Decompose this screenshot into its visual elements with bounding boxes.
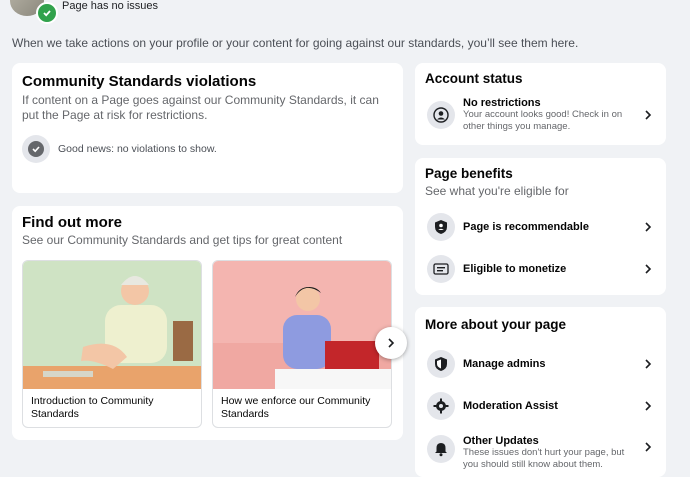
check-icon	[36, 2, 58, 24]
violations-status: Good news: no violations to show.	[22, 135, 217, 163]
bell-icon	[427, 435, 455, 463]
intro-text: When we take actions on your profile or …	[12, 36, 579, 50]
page-benefits-title: Page benefits	[425, 166, 513, 181]
more-label: Manage admins	[463, 358, 546, 370]
more-desc: These issues don't hurt your page, but y…	[463, 447, 625, 470]
chevron-right-icon	[642, 109, 654, 121]
article-tile-intro[interactable]: Introduction to Community Standards	[22, 260, 202, 428]
chevron-right-icon	[642, 441, 654, 453]
benefit-row-monetize[interactable]: Eligible to monetize	[427, 255, 654, 283]
chevron-right-icon	[642, 221, 654, 233]
violations-status-text: Good news: no violations to show.	[58, 143, 217, 155]
benefit-label: Eligible to monetize	[463, 263, 567, 275]
article-tile-enforce[interactable]: How we enforce our Community Standards	[212, 260, 392, 428]
shield-icon	[427, 350, 455, 378]
article-caption: Introduction to Community Standards	[31, 395, 154, 420]
older-man-illustration	[23, 261, 201, 389]
account-status-card: Account status No restrictions Your acco…	[415, 63, 666, 145]
violations-title: Community Standards violations	[22, 73, 257, 90]
more-row-other-updates[interactable]: Other Updates These issues don't hurt yo…	[427, 435, 654, 471]
chevron-right-icon	[642, 263, 654, 275]
money-icon	[427, 255, 455, 283]
more-label: Moderation Assist	[463, 400, 558, 412]
account-status-label: No restrictions	[463, 97, 541, 109]
account-status-desc: Your account looks good! Check in on oth…	[463, 109, 623, 132]
article-caption: How we enforce our Community Standards	[221, 395, 371, 420]
carousel-next-button[interactable]	[375, 327, 407, 359]
gear-icon	[427, 392, 455, 420]
benefit-row-recommendable[interactable]: Page is recommendable	[427, 213, 654, 241]
shield-person-icon	[427, 213, 455, 241]
benefit-label: Page is recommendable	[463, 221, 589, 233]
person-circle-icon	[427, 101, 455, 129]
find-out-more-subtitle: See our Community Standards and get tips…	[22, 233, 343, 247]
account-status-title: Account status	[425, 71, 523, 86]
chevron-right-icon	[642, 400, 654, 412]
find-out-more-title: Find out more	[22, 214, 122, 231]
find-out-more-card: Find out more See our Community Standard…	[12, 206, 403, 440]
more-about-card: More about your page Manage admins Moder…	[415, 307, 666, 477]
more-label: Other Updates	[463, 435, 539, 447]
page-status-text: Page has no issues	[62, 0, 159, 12]
account-status-row[interactable]: No restrictions Your account looks good!…	[427, 97, 654, 133]
more-row-manage-admins[interactable]: Manage admins	[427, 350, 654, 378]
check-circle-icon	[22, 135, 50, 163]
page-benefits-card: Page benefits See what you're eligible f…	[415, 158, 666, 295]
violations-description: If content on a Page goes against our Co…	[22, 93, 379, 122]
chevron-right-icon	[388, 338, 395, 348]
chevron-right-icon	[642, 358, 654, 370]
page-benefits-subtitle: See what you're eligible for	[425, 184, 569, 198]
woman-laptop-illustration	[213, 261, 391, 389]
more-about-title: More about your page	[425, 317, 567, 332]
violations-card: Community Standards violations If conten…	[12, 63, 403, 193]
more-row-moderation-assist[interactable]: Moderation Assist	[427, 392, 654, 420]
